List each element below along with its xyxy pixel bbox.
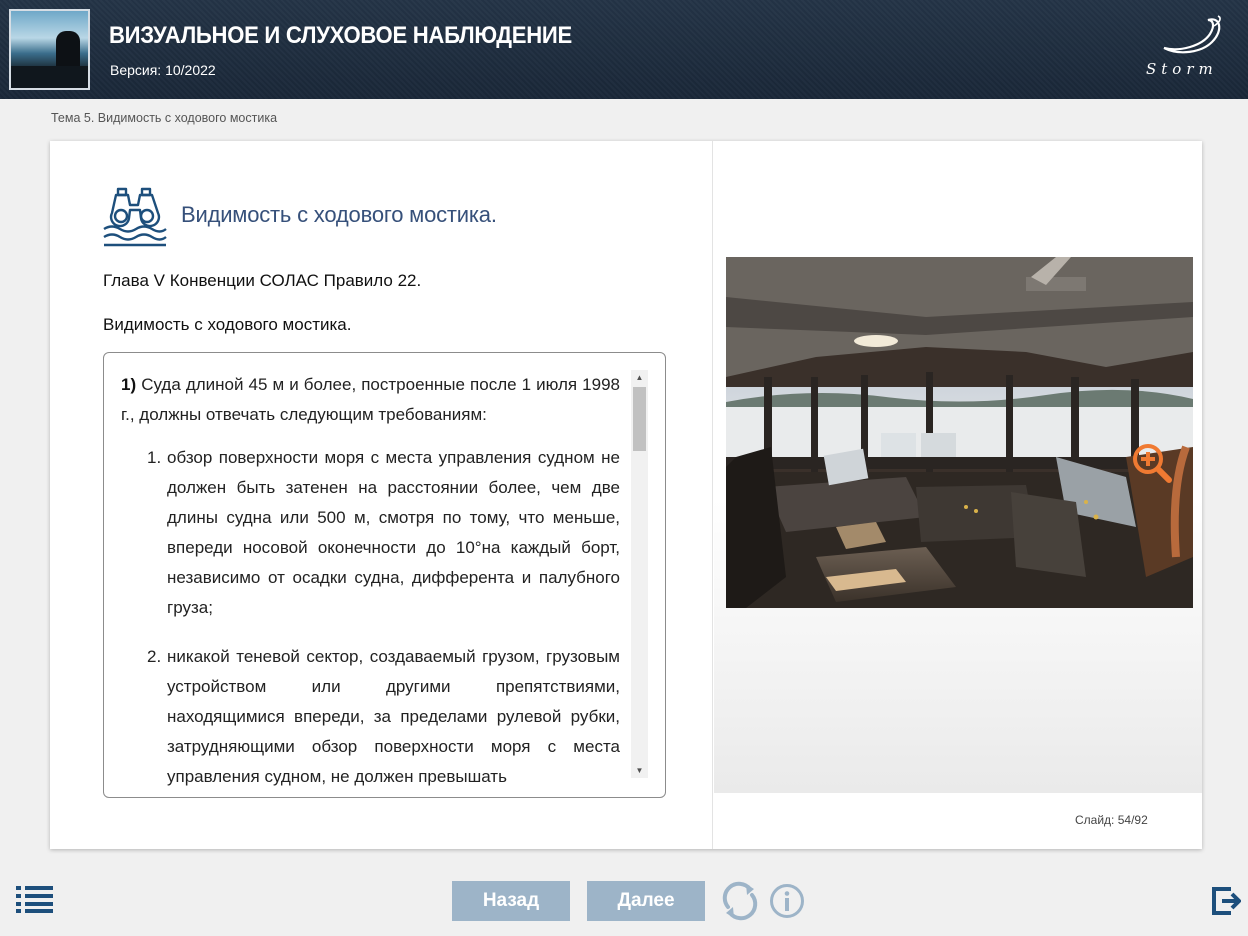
reload-icon[interactable] xyxy=(720,881,760,921)
slide-paragraph-rule: Глава V Конвенции СОЛАС Правило 22. xyxy=(103,271,422,290)
intro-text: Суда длиной 45 м и более, построенные по… xyxy=(121,375,620,424)
intro-paragraph: 1) Суда длиной 45 м и более, построенные… xyxy=(121,370,620,430)
list-item: 2. никакой теневой сектор, создаваемый г… xyxy=(121,642,620,792)
logo-text: Storm xyxy=(1146,60,1218,78)
breadcrumb: Тема 5. Видимость с ходового мостика xyxy=(51,111,278,125)
requirements-list: 1. обзор поверхности моря с места управл… xyxy=(121,443,620,792)
slide-paragraph-subtitle: Видимость с ходового мостика. xyxy=(103,315,352,334)
course-thumbnail xyxy=(9,9,90,90)
scrollbar-thumb[interactable] xyxy=(633,387,646,451)
intro-number: 1) xyxy=(121,375,137,394)
course-version: Версия: 10/2022 xyxy=(110,62,216,78)
app-header: ВИЗУАЛЬНОЕ И СЛУХОВОЕ НАБЛЮДЕНИЕ Версия:… xyxy=(0,0,1248,99)
slide-image-panel xyxy=(714,141,1202,793)
scrollable-text-box[interactable]: 1) Суда длиной 45 м и более, построенные… xyxy=(103,352,666,798)
binoculars-waves-icon xyxy=(103,187,167,247)
list-item-number: 1. xyxy=(147,448,162,467)
course-title: ВИЗУАЛЬНОЕ И СЛУХОВОЕ НАБЛЮДЕНИЕ xyxy=(109,22,572,49)
slide-counter: Слайд: 54/92 xyxy=(1075,813,1148,827)
back-button[interactable]: Назад xyxy=(452,881,570,921)
zoom-in-icon[interactable] xyxy=(1132,443,1172,483)
info-icon[interactable] xyxy=(769,883,805,919)
slide-text-panel: Видимость с ходового мостика. Глава V Ко… xyxy=(50,141,713,849)
list-item: 1. обзор поверхности моря с места управл… xyxy=(121,443,620,623)
scroll-content: 1) Суда длиной 45 м и более, построенные… xyxy=(121,370,620,797)
list-item-text: обзор поверхности моря с места управлени… xyxy=(167,448,620,617)
slide-title: Видимость с ходового мостика. xyxy=(181,202,497,227)
scroll-down-arrow-icon[interactable]: ▼ xyxy=(631,763,648,778)
menu-list-icon[interactable] xyxy=(16,885,54,913)
exit-icon[interactable] xyxy=(1211,885,1241,917)
slide-card: Видимость с ходового мостика. Глава V Ко… xyxy=(50,141,1202,849)
vertical-scrollbar[interactable]: ▲ ▼ xyxy=(631,370,648,778)
scroll-up-arrow-icon[interactable]: ▲ xyxy=(631,370,648,385)
next-button[interactable]: Далее xyxy=(587,881,705,921)
list-item-text: никакой теневой сектор, создаваемый груз… xyxy=(167,647,620,786)
list-item-number: 2. xyxy=(147,647,162,666)
bridge-photo[interactable] xyxy=(726,257,1193,608)
